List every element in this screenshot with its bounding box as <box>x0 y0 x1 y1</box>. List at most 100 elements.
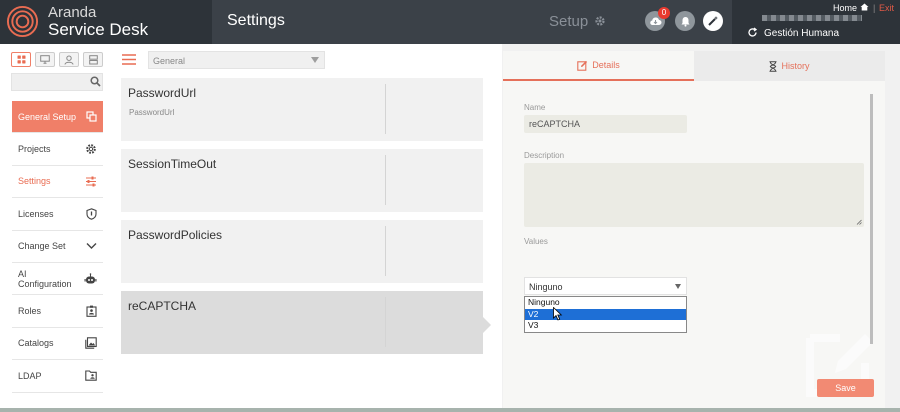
shield-icon <box>86 208 97 220</box>
setting-name: PasswordPolicies <box>128 228 223 242</box>
option-v2[interactable]: V2 <box>525 308 686 320</box>
option-v3[interactable]: V3 <box>525 320 686 332</box>
sidebar-item-label: Licenses <box>18 208 54 219</box>
category-filter-value: General <box>153 56 186 66</box>
server-icon <box>88 54 98 64</box>
card-divider <box>385 297 386 347</box>
aranda-logo-icon <box>6 5 39 38</box>
name-field[interactable]: reCAPTCHA <box>524 115 687 133</box>
sidebar-item-label: LDAP <box>18 370 42 381</box>
grid-icon <box>17 55 25 64</box>
caret-down-icon <box>311 57 319 63</box>
detail-scrollbar[interactable] <box>870 94 873 344</box>
home-icon <box>860 3 869 11</box>
values-selected: Ninguno <box>529 282 563 292</box>
sidebar-tab-server[interactable] <box>83 52 103 67</box>
brand-line1: Aranda <box>48 4 97 21</box>
tab-details[interactable]: Details <box>503 51 694 81</box>
sidebar-item-ai-configuration[interactable]: AI Configuration <box>12 263 103 296</box>
edit-icon <box>577 60 588 71</box>
copy-icon <box>86 111 97 122</box>
values-dropdown-list: Ninguno V2 V3 <box>524 296 687 333</box>
exit-link[interactable]: Exit <box>879 3 894 13</box>
sidebar-item-label: Settings <box>18 176 51 187</box>
sidebar-item-ldap[interactable]: LDAP <box>12 360 103 393</box>
brand-line2: Service Desk <box>48 20 149 39</box>
sidebar-item-catalogs[interactable]: Catalogs <box>12 328 103 361</box>
tab-history[interactable]: History <box>694 51 885 81</box>
setting-card-passwordpolicies[interactable]: PasswordPolicies <box>121 220 483 283</box>
tab-history-label: History <box>781 61 810 71</box>
id-badge-icon <box>86 305 97 317</box>
user-settings-icon <box>64 55 74 65</box>
home-label: Home <box>833 3 858 13</box>
resize-handle-icon[interactable] <box>856 219 862 225</box>
setup-label: Setup <box>549 13 606 30</box>
bell-icon <box>681 16 689 27</box>
sidebar-item-label: General Setup <box>18 111 77 122</box>
sidebar-item-general-setup[interactable]: General Setup <box>12 101 103 134</box>
setting-name: PasswordUrl <box>128 86 197 100</box>
sidebar-item-change-set[interactable]: Change Set <box>12 231 103 263</box>
gear-icon <box>85 143 97 155</box>
setting-subtitle: PasswordUrl <box>129 108 175 117</box>
card-divider <box>385 84 386 134</box>
card-divider <box>385 155 386 205</box>
folder-user-icon <box>85 370 97 382</box>
setup-text: Setup <box>549 13 589 30</box>
notification-badge: 0 <box>658 7 670 19</box>
sidebar-item-settings[interactable]: Settings <box>12 166 103 199</box>
sidebar-item-label: Change Set <box>18 241 66 252</box>
sidebar: General Setup Projects Settings Licenses… <box>0 44 105 412</box>
sidebar-tab-users[interactable] <box>59 52 79 67</box>
sidebar-item-label: AI Configuration <box>18 268 72 289</box>
sidebar-tab-grid[interactable] <box>11 52 31 67</box>
setting-card-passwordurl[interactable]: PasswordUrl PasswordUrl <box>121 78 483 141</box>
sliders-icon <box>85 176 97 187</box>
values-select[interactable]: Ninguno <box>524 277 687 295</box>
home-link[interactable]: Home <box>833 3 869 13</box>
logo[interactable]: Aranda Service Desk <box>0 0 212 44</box>
description-field[interactable] <box>524 163 864 227</box>
organization-name[interactable]: Gestión Humana <box>764 28 839 39</box>
hamburger-menu-icon[interactable] <box>122 54 136 65</box>
chevron-down-icon <box>86 242 97 250</box>
separator: | <box>873 3 876 13</box>
setting-card-sessiontimeout[interactable]: SessionTimeOut <box>121 149 483 212</box>
sidebar-item-roles[interactable]: Roles <box>12 295 103 328</box>
gear-icon <box>595 16 605 26</box>
sidebar-tab-monitor[interactable] <box>35 52 55 67</box>
sidebar-item-label: Projects <box>18 144 51 155</box>
setting-card-recaptcha[interactable]: reCAPTCHA <box>121 291 483 354</box>
robot-icon <box>84 272 97 285</box>
images-icon <box>85 337 97 350</box>
top-bar: Aranda Service Desk Settings Setup 0 Hom… <box>0 0 900 44</box>
user-name-redacted <box>762 15 862 21</box>
sidebar-item-label: Catalogs <box>18 338 54 349</box>
save-button[interactable]: Save <box>817 379 874 397</box>
sidebar-item-label: Roles <box>18 306 42 317</box>
category-filter-select[interactable]: General <box>148 51 325 69</box>
sidebar-item-licenses[interactable]: Licenses <box>12 198 103 231</box>
mouse-cursor-icon <box>553 307 563 321</box>
magic-wand-icon <box>708 16 718 26</box>
page-title: Settings <box>227 12 285 29</box>
selection-pointer <box>483 317 491 333</box>
detail-tabs: Details History <box>503 51 885 81</box>
title-area: Settings Setup <box>212 0 732 44</box>
hourglass-icon <box>769 60 777 72</box>
sidebar-tabs <box>11 52 103 67</box>
sidebar-menu: General Setup Projects Settings Licenses… <box>12 101 103 393</box>
monitor-icon <box>40 55 50 64</box>
search-icon[interactable] <box>90 76 101 87</box>
sidebar-item-projects[interactable]: Projects <box>12 133 103 166</box>
notifications-button[interactable] <box>675 11 695 31</box>
values-label: Values <box>524 237 548 246</box>
card-divider <box>385 226 386 276</box>
option-ninguno[interactable]: Ninguno <box>525 297 686 309</box>
tab-details-label: Details <box>592 60 620 70</box>
setting-name: reCAPTCHA <box>128 299 197 313</box>
magic-tools-button[interactable] <box>703 11 723 31</box>
setting-name: SessionTimeOut <box>128 157 217 171</box>
refresh-icon[interactable] <box>747 27 758 38</box>
